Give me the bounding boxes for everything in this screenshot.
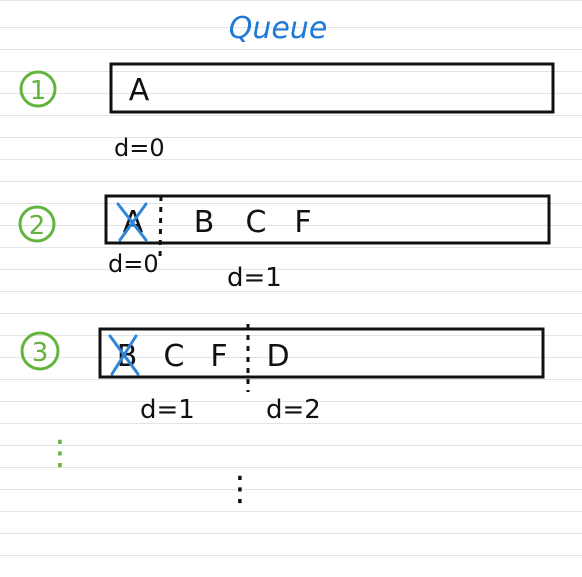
continuation-dots-center: ⋮ xyxy=(223,469,257,509)
step-1-cell-a: A xyxy=(129,73,150,108)
step-2: 2 A B C F d=0 d=1 xyxy=(18,194,551,293)
step-1-depth-label-d0: d=0 xyxy=(114,134,165,162)
step-3-cell-f: F xyxy=(210,339,227,374)
queue-bfs-diagram: Queue 1 A d=0 2 A B C F d=0 d=1 3 B C F … xyxy=(18,11,555,509)
diagram-title: Queue xyxy=(229,11,328,46)
step-3-depth-label-d1: d=1 xyxy=(140,395,195,425)
step-2-number: 2 xyxy=(29,211,46,241)
step-1-queue-box xyxy=(109,62,555,114)
step-3-cell-c: C xyxy=(164,339,185,374)
step-2-queue-box xyxy=(104,194,551,245)
continuation-dots-left: ⋮ xyxy=(43,433,77,473)
step-3-number: 3 xyxy=(32,338,49,368)
step-2-depth-label-d0: d=0 xyxy=(108,250,159,278)
step-2-depth-label-d1: d=1 xyxy=(227,263,282,293)
step-3: 3 B C F D d=1 d=2 xyxy=(20,324,545,425)
step-1-number: 1 xyxy=(30,76,47,106)
step-3-cell-d: D xyxy=(266,339,289,374)
step-2-cell-f: F xyxy=(294,205,311,240)
step-2-dotted-divider xyxy=(158,195,163,259)
step-2-cell-b: B xyxy=(194,205,215,240)
step-1: 1 A d=0 xyxy=(19,62,555,162)
step-3-depth-label-d2: d=2 xyxy=(266,395,321,425)
step-2-cell-c: C xyxy=(246,205,267,240)
